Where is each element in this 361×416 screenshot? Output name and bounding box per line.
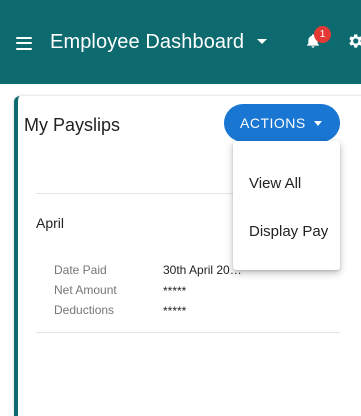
hamburger-icon[interactable] [16,36,32,50]
net-amount-label: Net Amount [54,283,117,297]
payslip-month: April [36,215,65,231]
actions-label: ACTIONS [240,115,306,131]
card-title: My Payslips [24,115,121,135]
date-paid-label: Date Paid [54,263,107,277]
menu-item-view-all[interactable]: View All [249,175,301,192]
date-paid-value: 30th April 20… [163,263,242,277]
actions-button[interactable]: ACTIONS [224,104,340,142]
deductions-value: ***** [163,304,187,318]
dashboard-selector[interactable]: Employee Dashboard [50,31,267,54]
net-amount-value: ***** [163,284,187,298]
deductions-label: Deductions [54,303,115,317]
actions-menu: View All Display Pay [233,141,340,270]
app-title: Employee Dashboard [50,30,245,53]
gear-icon[interactable] [346,32,361,50]
menu-item-display-pay[interactable]: Display Pay [249,223,328,240]
notification-badge: 1 [314,26,331,43]
chevron-down-icon [256,38,267,44]
divider [36,332,340,333]
chevron-down-icon [314,121,322,126]
